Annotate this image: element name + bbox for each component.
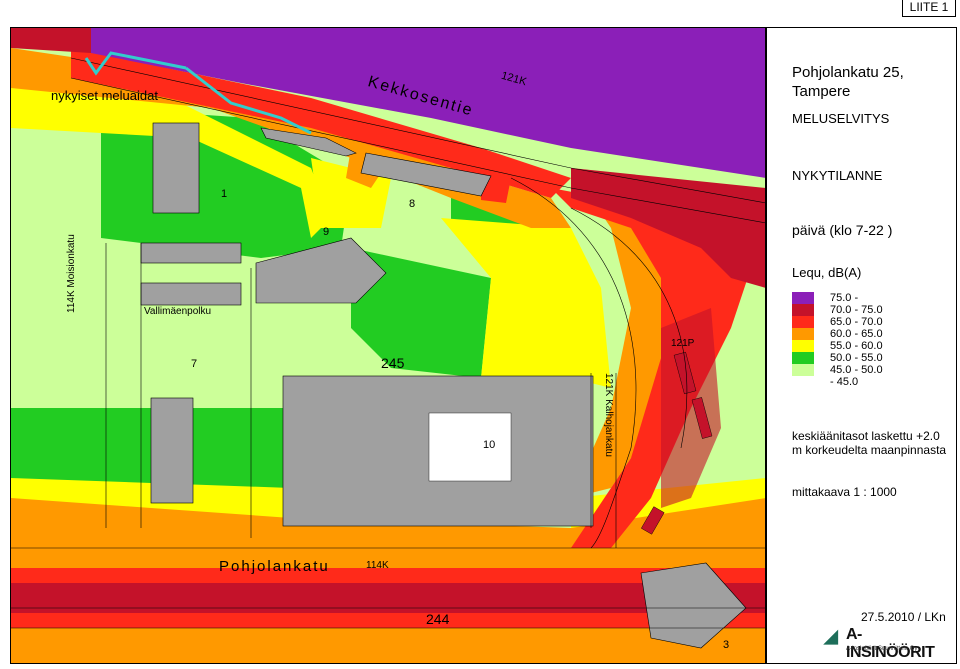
path-label-vallimaenpolku: Vallimäenpolku <box>144 306 212 317</box>
legend-label: 70.0 - 75.0 <box>830 304 883 316</box>
legend-swatch <box>792 340 814 352</box>
lot-number-8: 8 <box>409 198 416 210</box>
appendix-label: LIITE 1 <box>902 0 956 17</box>
period-label: päivä (klo 7-22 ) <box>792 222 893 238</box>
legend-swatch <box>792 352 814 364</box>
legend-label: 50.0 - 55.0 <box>830 352 883 364</box>
map-title: Pohjolankatu 25, Tampere <box>792 64 904 100</box>
noise-map: nykyiset meluaidat Kekkosentie 121K Pohj… <box>10 27 767 664</box>
building <box>152 122 200 214</box>
lot-number-3: 3 <box>723 639 730 651</box>
logo-subtext: A-Insinöörit Suunnittelu Oy <box>846 646 918 652</box>
code-121p: 121P <box>671 338 695 349</box>
legend-row: 65.0 - 70.0 <box>792 316 883 328</box>
legend-label: 55.0 - 60.0 <box>830 340 883 352</box>
road-code-114k: 114K <box>366 560 389 571</box>
logo-text: A-INSINÖÖRIT <box>846 626 935 661</box>
legend-swatch <box>792 304 814 316</box>
map-subtitle: MELUSELVITYS <box>792 111 890 126</box>
legend-label: 60.0 - 65.0 <box>830 328 883 340</box>
legend-swatch <box>792 328 814 340</box>
legend-row: 75.0 - <box>792 292 883 304</box>
legend-swatch <box>792 376 814 388</box>
lot-number-10: 10 <box>483 439 496 451</box>
road-label-kalhojankatu: 121K Kalhojankatu <box>603 373 614 457</box>
legend-label: 45.0 - 50.0 <box>830 364 883 376</box>
legend-label: 75.0 - <box>830 292 859 304</box>
lot-number-7: 7 <box>191 358 198 370</box>
calculation-note: keskiäänitasot laskettu +2.0 m korkeudel… <box>792 429 947 457</box>
legend-swatch <box>792 364 814 376</box>
legend-row: 70.0 - 75.0 <box>792 304 883 316</box>
legend-label: - 45.0 <box>830 376 859 388</box>
legend-row: 60.0 - 65.0 <box>792 328 883 340</box>
lot-number-9: 9 <box>323 226 330 238</box>
legend-label: 65.0 - 70.0 <box>830 316 883 328</box>
legend-row: 50.0 - 55.0 <box>792 352 883 364</box>
legend-row: 55.0 - 60.0 <box>792 340 883 352</box>
legend-row: 45.0 - 50.0 <box>792 364 883 376</box>
info-panel: Pohjolankatu 25, Tampere MELUSELVITYS NY… <box>765 27 957 664</box>
block-label-244: 244 <box>426 611 450 627</box>
legend-swatch <box>792 316 814 328</box>
scenario-label: NYKYTILANNE <box>792 168 883 183</box>
road-label-moisionkatu: 114K Moisionkatu <box>66 234 77 313</box>
existing-walls-label: nykyiset meluaidat <box>51 88 158 103</box>
block-label-245: 245 <box>381 355 405 371</box>
legend-row: - 45.0 <box>792 376 883 388</box>
road-label-pohjolankatu: Pohjolankatu <box>219 558 330 575</box>
date-author: 27.5.2010 / LKn <box>861 610 946 624</box>
metric-label: Lequ, dB(A) <box>792 265 862 280</box>
legend: 75.0 - 70.0 - 75.0 65.0 - 70.0 60.0 - 65… <box>792 292 883 388</box>
logo-icon: ◢ <box>824 626 838 646</box>
legend-swatch <box>792 292 814 304</box>
lot-number-1: 1 <box>221 188 228 200</box>
scale-label: mittakaava 1 : 1000 <box>792 485 897 499</box>
company-logo: ◢ A-INSINÖÖRIT A-Insinöörit Suunnittelu … <box>824 626 949 661</box>
